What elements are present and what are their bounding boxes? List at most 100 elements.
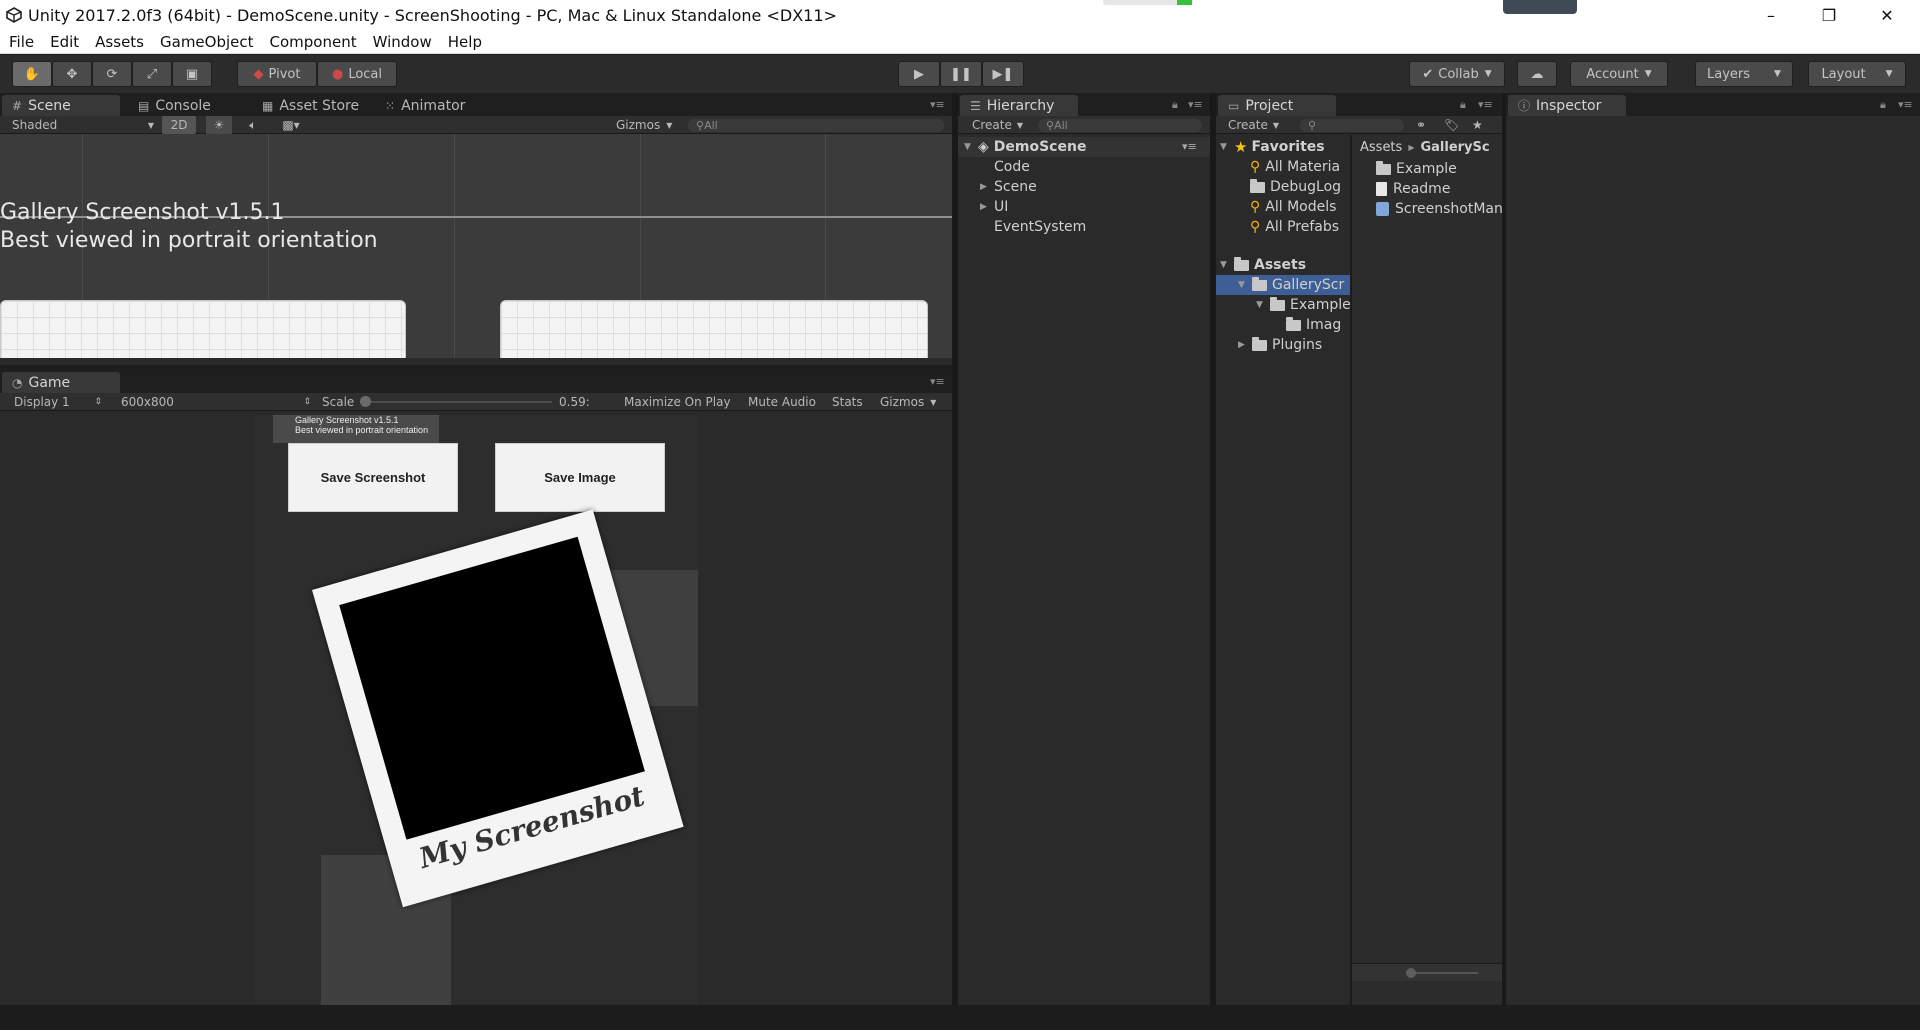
resolution-dropdown[interactable]: 600x800 ⇕ [121,393,311,411]
account-dropdown[interactable]: Account ▼ [1570,61,1668,87]
tab-inspector[interactable]: ⓘ Inspector [1508,95,1626,116]
lock-icon[interactable]: 🔒︎ [1172,98,1178,112]
chevron-down-icon[interactable]: ▼ [1238,280,1252,290]
tab-hierarchy[interactable]: ☰ Hierarchy [960,95,1078,116]
mute-audio-toggle[interactable]: Mute Audio [748,393,816,411]
tree-item-plugins[interactable]: ▶ Plugins [1238,335,1322,355]
scale-tool-button[interactable]: ⤢ [132,61,172,87]
lighting-toggle[interactable]: ☀ [206,116,232,134]
panel-menu-icon[interactable]: ▾≡ [1188,98,1203,111]
display-dropdown[interactable]: Display 1 ⇕ [14,393,102,411]
panel-menu-icon[interactable]: ▾≡ [1478,98,1493,111]
tree-item-galleryscreenshot[interactable]: ▼ GalleryScr [1238,275,1344,295]
lock-icon[interactable]: 🔒︎ [1880,98,1886,112]
hand-tool-button[interactable]: ✋ [12,61,52,87]
minimize-button[interactable]: – [1742,0,1800,30]
panel-menu-icon[interactable]: ▾≡ [930,98,945,111]
collab-dropdown[interactable]: ✔ Collab ▼ [1409,61,1505,87]
cloud-button[interactable]: ☁ [1517,61,1557,87]
menu-edit[interactable]: Edit [41,33,86,51]
panel-menu-icon[interactable]: ▾≡ [930,375,945,388]
tab-animator[interactable]: ⁙ Animator [375,95,475,116]
panel-menu-icon[interactable]: ▾≡ [1898,98,1913,111]
gizmos-dropdown[interactable]: Gizmos ▼ [616,116,672,134]
file-item-screenshotmanager[interactable]: ScreenshotMan [1376,199,1503,219]
assets-header[interactable]: ▼ Assets [1220,255,1306,275]
filter-type-icon[interactable]: ⚭ [1416,116,1426,134]
layers-dropdown[interactable]: Layers ▼ [1695,61,1793,87]
step-button[interactable]: ▶❚ [982,61,1024,87]
hierarchy-search-input[interactable]: ⚲ All [1038,119,1202,132]
favorite-all-prefabs[interactable]: ⚲ All Prefabs [1250,217,1339,237]
chevron-down-icon[interactable]: ▼ [1220,260,1234,270]
chevron-right-icon[interactable]: ▶ [1238,340,1252,350]
tree-item-example[interactable]: ▼ Example [1256,295,1351,315]
menu-file[interactable]: File [0,33,41,51]
hierarchy-item-code[interactable]: Code [994,157,1030,177]
hierarchy-create-dropdown[interactable]: Create ▼ [972,116,1023,134]
rotate-tool-button[interactable]: ⟳ [92,61,132,87]
project-create-dropdown[interactable]: Create ▼ [1228,116,1279,134]
maximize-on-play-toggle[interactable]: Maximize On Play [624,393,731,411]
save-image-button[interactable]: Save Image [495,443,665,512]
pause-button[interactable]: ❚❚ [940,61,982,87]
shading-dropdown[interactable]: Shaded ▼ [12,116,154,134]
hierarchy-item-ui[interactable]: ▶ UI [980,197,1008,217]
breadcrumb-current[interactable]: GallerySc [1420,140,1489,155]
move-tool-button[interactable]: ✥ [52,61,92,87]
menu-window[interactable]: Window [364,33,439,51]
stats-toggle[interactable]: Stats [832,393,863,411]
lock-icon[interactable]: 🔒︎ [1460,98,1466,112]
favorite-all-materials[interactable]: ⚲ All Materia [1250,157,1340,177]
tab-asset-store[interactable]: ▦ Asset Store [252,95,369,116]
scene-header-row[interactable]: ▼ ◈ DemoScene ▾≡ [958,137,1210,157]
hierarchy-toolbar: Create ▼ ⚲ All [958,116,1210,134]
tree-item-images[interactable]: Imag [1286,315,1341,335]
favorite-all-models[interactable]: ⚲ All Models [1250,197,1336,217]
tab-game[interactable]: ◔ Game [2,372,120,393]
pivot-toggle[interactable]: ◆ Pivot [237,61,317,87]
scene-search-input[interactable]: ⚲ All [688,119,944,132]
tab-console[interactable]: ▤ Console [128,95,221,116]
favorite-debuglog[interactable]: DebugLog [1250,177,1341,197]
slider-thumb[interactable] [360,396,371,407]
local-toggle[interactable]: ● Local [317,61,397,87]
unity-logo-icon [4,5,24,25]
menu-assets[interactable]: Assets [86,33,151,51]
menu-component[interactable]: Component [261,33,364,51]
search-icon: ⚲ [1250,199,1261,215]
chevron-right-icon[interactable]: ▶ [980,202,994,212]
effects-dropdown[interactable]: ▩▾ [276,116,306,134]
file-item-readme[interactable]: Readme [1376,179,1450,199]
menu-help[interactable]: Help [439,33,489,51]
icon-size-slider-thumb[interactable] [1406,968,1416,978]
play-button[interactable]: ▶ [898,61,940,87]
breadcrumb-assets[interactable]: Assets [1360,140,1402,155]
scene-viewport[interactable]: Gallery Screenshot v1.5.1 Best viewed in… [0,134,952,358]
favorites-header[interactable]: ▼ ★ Favorites [1220,137,1325,157]
2d-toggle[interactable]: 2D [162,116,196,134]
rect-tool-button[interactable]: ▣ [172,61,212,87]
file-item-example[interactable]: Example [1376,159,1457,179]
hierarchy-item-scene[interactable]: ▶ Scene [980,177,1037,197]
layout-dropdown[interactable]: Layout ▼ [1808,61,1906,87]
hierarchy-item-eventsystem[interactable]: EventSystem [994,217,1086,237]
chevron-down-icon[interactable]: ▼ [1256,300,1270,310]
menu-gameobject[interactable]: GameObject [151,33,261,51]
chevron-right-icon[interactable]: ▶ [980,182,994,192]
close-button[interactable]: ✕ [1858,0,1916,30]
save-screenshot-button[interactable]: Save Screenshot [288,443,458,512]
project-search-input[interactable]: ⚲ [1300,119,1404,132]
favorite-star-icon[interactable]: ★ [1472,116,1483,134]
audio-toggle[interactable]: 🔈︎ [240,116,266,134]
game-gizmos-dropdown[interactable]: Gizmos ▼ [880,393,936,411]
restore-button[interactable]: ❐ [1800,0,1858,30]
tab-scene[interactable]: # Scene [2,95,120,116]
tab-project[interactable]: ▭ Project [1218,95,1336,116]
label-icon[interactable]: 🏷︎ [1444,116,1459,134]
console-icon: ▤ [138,98,150,113]
chevron-down-icon[interactable]: ▼ [1220,142,1234,152]
scene-menu-icon[interactable]: ▾≡ [1182,140,1197,153]
icon-size-slider-track[interactable] [1408,972,1478,974]
scale-slider[interactable] [360,393,552,411]
